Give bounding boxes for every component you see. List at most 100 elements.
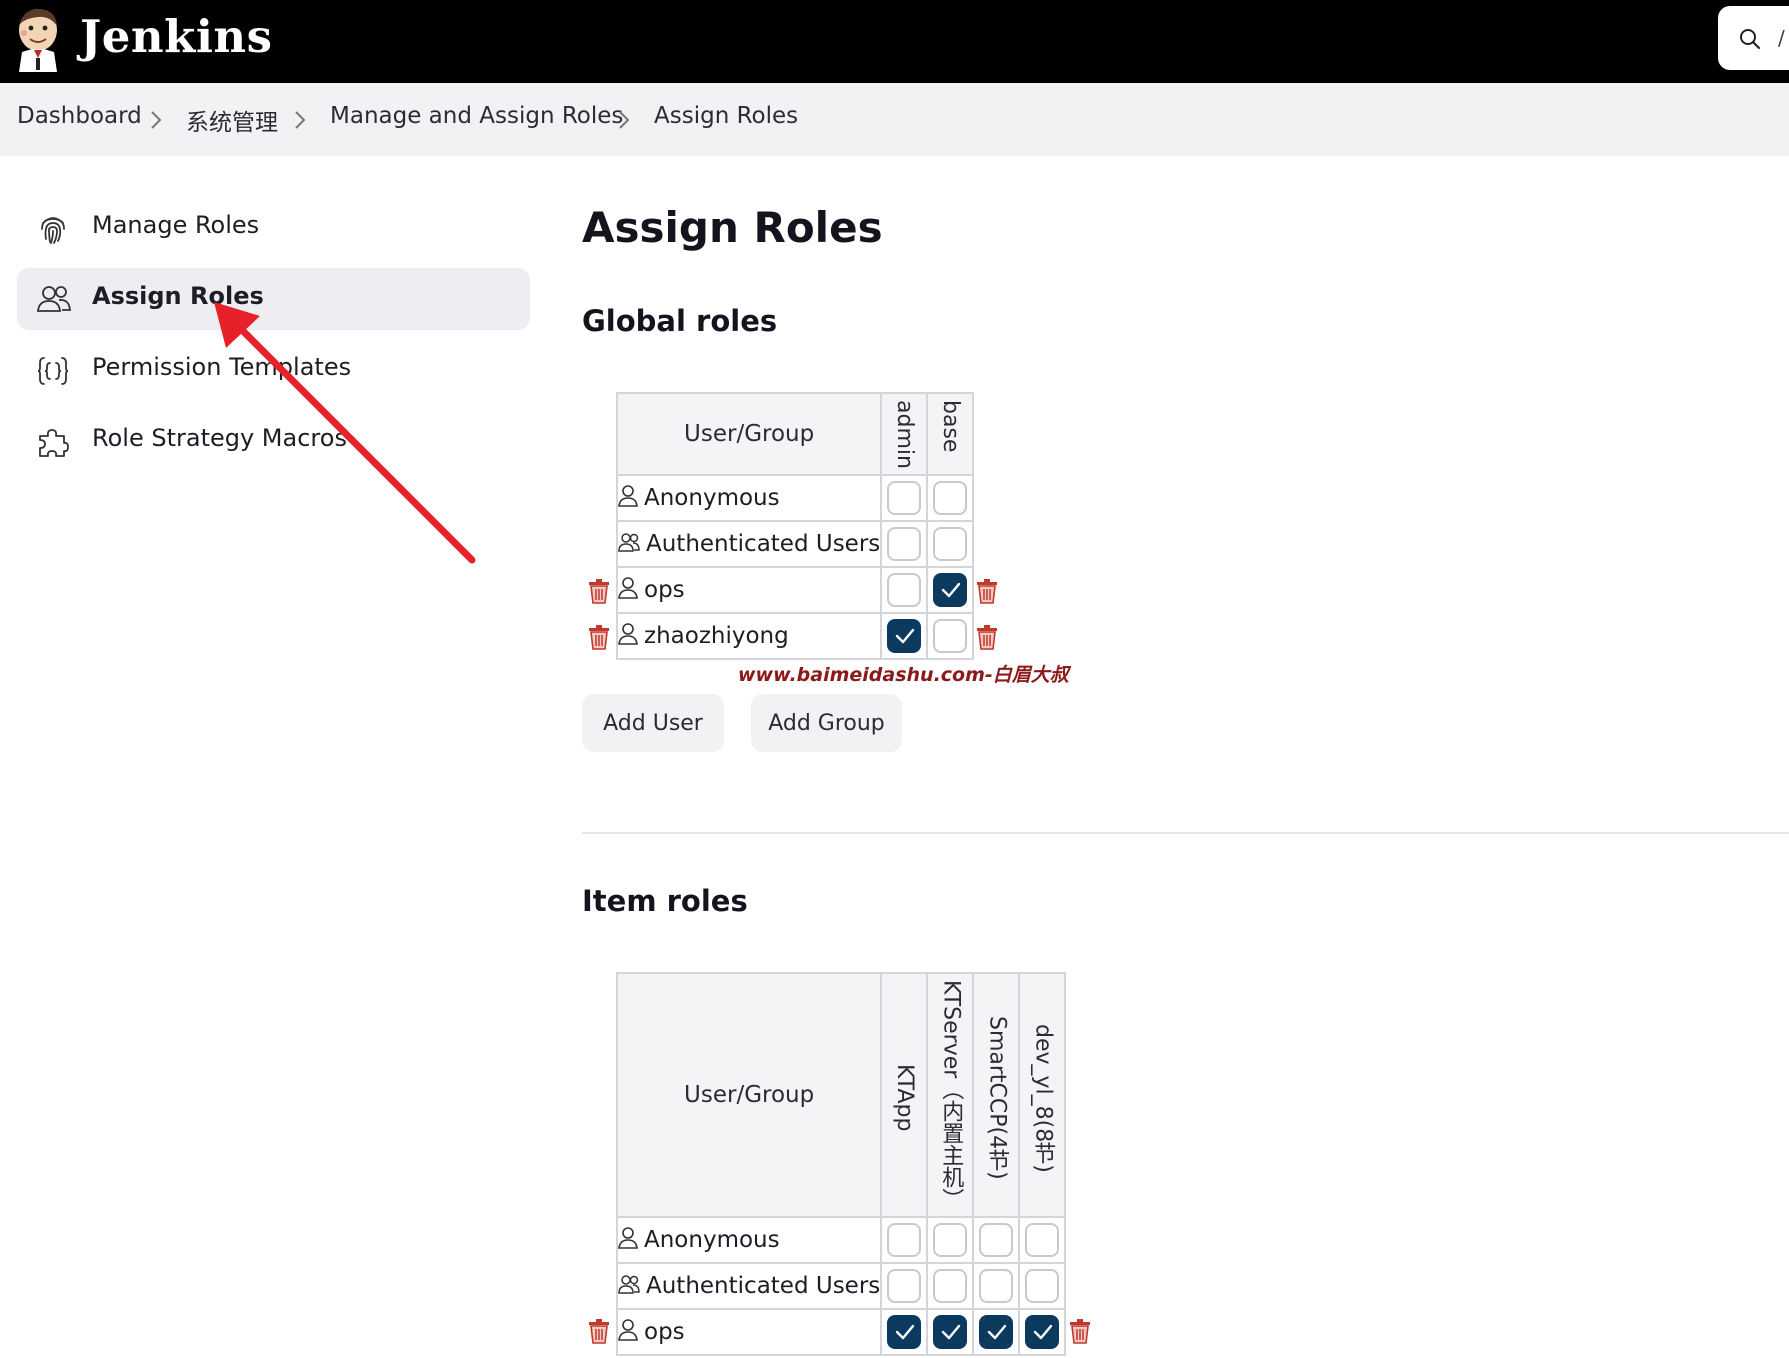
role-checkbox[interactable] [933, 1269, 968, 1303]
item-roles-table: User/Group KTApp KTServer（内置主机） SmartCCP… [615, 972, 1067, 1356]
top-bar: Jenkins / [0, 0, 1789, 83]
breadcrumb-manage-assign-roles[interactable]: Manage and Assign Roles [330, 103, 623, 129]
role-checkbox-checked[interactable] [933, 1315, 968, 1349]
group-icon [618, 533, 640, 552]
user-cell: ops [615, 566, 883, 614]
checkmark-icon [896, 1324, 915, 1340]
jenkins-logo-icon[interactable] [14, 6, 62, 72]
role-checkbox-cell [972, 1262, 1021, 1310]
role-checkbox-cell [880, 474, 929, 522]
user-name: Anonymous [644, 485, 780, 511]
table-header-row: User/Group admin base [615, 392, 975, 476]
user-cell: zhaozhiyong [615, 612, 883, 660]
delete-row-icon[interactable] [587, 578, 611, 604]
role-checkbox-checked[interactable] [979, 1315, 1014, 1349]
role-checkbox-cell [1018, 1216, 1067, 1264]
role-name: base [937, 400, 963, 453]
delete-row-icon[interactable] [975, 578, 999, 604]
role-column-header: KTApp [880, 972, 929, 1218]
chevron-right-icon [619, 111, 630, 129]
user-cell: Anonymous [615, 1216, 883, 1264]
role-checkbox-cell [926, 566, 975, 614]
role-checkbox-cell [880, 520, 929, 568]
role-checkbox[interactable] [979, 1269, 1014, 1303]
role-checkbox-checked[interactable] [887, 1315, 922, 1349]
user-group-column-header: User/Group [615, 972, 883, 1218]
checkmark-icon [896, 628, 915, 644]
fingerprint-icon [41, 217, 65, 244]
breadcrumb-dashboard[interactable]: Dashboard [17, 103, 142, 129]
group-cell: Authenticated Users [615, 520, 883, 568]
add-group-button[interactable]: Add Group [751, 694, 902, 752]
delete-row-icon[interactable] [1068, 1318, 1092, 1344]
sidebar-item-label: Role Strategy Macros [92, 424, 347, 452]
role-checkbox[interactable] [1025, 1223, 1060, 1257]
breadcrumb-assign-roles[interactable]: Assign Roles [654, 103, 798, 129]
role-checkbox[interactable] [933, 1223, 968, 1257]
user-name: ops [644, 577, 685, 603]
table-row: Anonymous [615, 1216, 1067, 1264]
user-icon [618, 485, 638, 507]
role-checkbox[interactable] [1025, 1269, 1060, 1303]
role-checkbox[interactable] [933, 619, 968, 653]
role-checkbox[interactable] [887, 1223, 922, 1257]
role-name: KTApp [891, 1064, 917, 1132]
role-column-header: base [926, 392, 975, 476]
sidebar-item-assign-roles[interactable]: Assign Roles [17, 268, 530, 330]
checkmark-icon [988, 1324, 1007, 1340]
user-icon [618, 1319, 638, 1341]
puzzle-icon [39, 429, 69, 457]
global-roles-table: User/Group admin base Anonymous Authenti… [615, 392, 975, 660]
role-checkbox-cell [880, 1262, 929, 1310]
role-checkbox[interactable] [933, 527, 968, 561]
search-icon [1740, 29, 1761, 50]
user-cell: ops [615, 1308, 883, 1356]
add-user-button[interactable]: Add User [582, 694, 724, 752]
role-checkbox[interactable] [887, 481, 922, 515]
group-name: Authenticated Users [646, 531, 881, 557]
role-column-header: SmartCCP(4节) [972, 972, 1021, 1218]
role-checkbox[interactable] [887, 573, 922, 607]
role-checkbox[interactable] [979, 1223, 1014, 1257]
sidebar-item-manage-roles[interactable]: Manage Roles [17, 197, 530, 259]
role-checkbox-cell [926, 612, 975, 660]
role-checkbox-checked[interactable] [1025, 1315, 1060, 1349]
user-name: ops [644, 1319, 685, 1345]
group-icon [618, 1275, 640, 1294]
role-checkbox-checked[interactable] [933, 573, 968, 607]
role-checkbox-cell [926, 520, 975, 568]
delete-row-icon[interactable] [587, 624, 611, 650]
user-name: zhaozhiyong [644, 623, 789, 649]
role-checkbox-cell [926, 474, 975, 522]
role-checkbox[interactable] [933, 481, 968, 515]
table-row: Anonymous [615, 474, 975, 522]
watermark-text: www.baimeidashu.com-白眉大叔 [738, 664, 1069, 686]
user-cell: Anonymous [615, 474, 883, 522]
sidebar-item-role-strategy-macros[interactable]: Role Strategy Macros [17, 410, 530, 472]
role-checkbox-cell [1018, 1308, 1067, 1356]
group-cell: Authenticated Users [615, 1262, 883, 1310]
role-checkbox[interactable] [887, 527, 922, 561]
sidebar-item-permission-templates[interactable]: Permission Templates [17, 339, 530, 401]
role-name: KTServer（内置主机） [938, 980, 964, 1211]
table-row: Authenticated Users [615, 1262, 1067, 1310]
table-header-row: User/Group KTApp KTServer（内置主机） SmartCCP… [615, 972, 1067, 1218]
table-row: ops [615, 1308, 1067, 1356]
breadcrumb: Dashboard 系统管理 Manage and Assign Roles A… [0, 83, 1789, 156]
global-roles-heading: Global roles [582, 304, 778, 338]
chevron-right-icon [295, 111, 306, 129]
role-name: SmartCCP(4节) [984, 1016, 1010, 1180]
role-checkbox-cell [972, 1216, 1021, 1264]
role-checkbox-checked[interactable] [887, 619, 922, 653]
breadcrumb-system-admin[interactable]: 系统管理 [186, 103, 278, 137]
role-checkbox[interactable] [887, 1269, 922, 1303]
role-checkbox-cell [972, 1308, 1021, 1356]
brand-name[interactable]: Jenkins [80, 7, 272, 67]
role-checkbox-cell [926, 1262, 975, 1310]
delete-row-icon[interactable] [587, 1318, 611, 1344]
user-icon [618, 577, 638, 599]
chevron-right-icon [151, 111, 162, 129]
group-name: Authenticated Users [646, 1273, 881, 1299]
search-box[interactable]: / [1718, 6, 1789, 70]
delete-row-icon[interactable] [975, 624, 999, 650]
